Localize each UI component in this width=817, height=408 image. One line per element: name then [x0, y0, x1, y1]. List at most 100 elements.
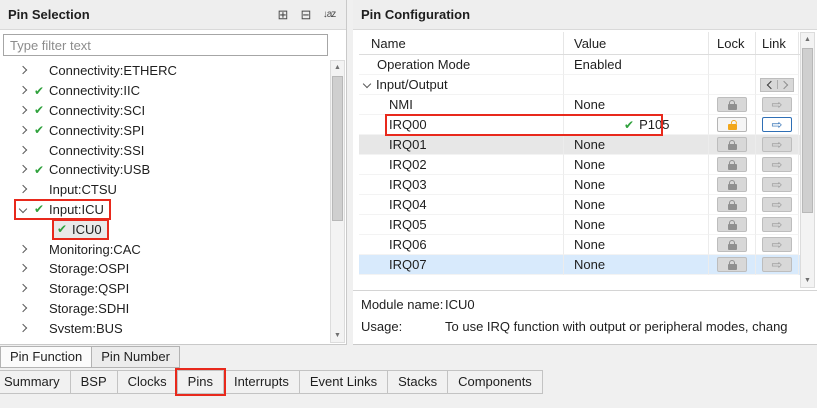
pin-selection-toolbar: ⊞ ⊟ ↓az — [274, 6, 338, 24]
config-value-cell[interactable]: None — [564, 195, 709, 215]
config-row-irq06[interactable]: IRQ06None⇨ — [359, 235, 802, 255]
scroll-down-icon[interactable]: ▼ — [331, 329, 344, 342]
config-row-operation-mode[interactable]: Operation Mode Enabled — [359, 55, 802, 75]
chevron-right-icon[interactable] — [19, 165, 28, 174]
tree-item-storage-qspi[interactable]: Storage:QSPI — [2, 279, 328, 299]
tree-item-connectivity-iic[interactable]: ✔Connectivity:IIC — [2, 81, 328, 101]
config-name: IRQ03 — [389, 177, 427, 192]
tree-item-icu0[interactable]: ✔ICU0 — [2, 219, 328, 239]
collapse-all-icon[interactable]: ⊟ — [297, 6, 315, 24]
config-row-irq00[interactable]: IRQ00✔P105⇨ — [359, 115, 802, 135]
tree-item-connectivity-ssi[interactable]: Connectivity:SSI — [2, 140, 328, 160]
config-row-irq04[interactable]: IRQ04 None ⇨ — [359, 195, 802, 215]
chevron-right-icon[interactable] — [19, 146, 28, 155]
chevron-right-icon[interactable] — [19, 66, 28, 75]
config-row-input-output[interactable]: Input/Output — [359, 75, 802, 95]
tab-components[interactable]: Components — [447, 370, 543, 394]
config-row-irq02[interactable]: IRQ02None⇨ — [359, 155, 802, 175]
tree-item-label: Monitoring:CAC — [49, 242, 141, 257]
tree-item-label: ICU0 — [72, 222, 102, 237]
config-name: IRQ02 — [389, 157, 427, 172]
lock-icon — [728, 144, 737, 150]
tab-summary[interactable]: Summary — [0, 370, 71, 394]
config-row-irq01[interactable]: IRQ01None⇨ — [359, 135, 802, 155]
scroll-up-icon[interactable]: ▲ — [801, 33, 814, 46]
tree-item-storage-sdhi[interactable]: Storage:SDHI — [2, 299, 328, 319]
tab-pin-number[interactable]: Pin Number — [91, 346, 180, 368]
chevron-right-icon[interactable] — [19, 304, 28, 313]
lock-button[interactable] — [717, 117, 747, 132]
pin-selection-header: Pin Selection ⊞⊟↓az — [0, 0, 346, 30]
lock-icon — [728, 244, 737, 250]
tab-event-links[interactable]: Event Links — [299, 370, 388, 394]
tree-item-connectivity-spi[interactable]: ✔Connectivity:SPI — [2, 120, 328, 140]
tab-clocks[interactable]: Clocks — [117, 370, 178, 394]
config-value-cell[interactable] — [564, 75, 709, 95]
tree-item-inner: Storage:SDHI — [16, 300, 134, 317]
config-value: None — [574, 177, 605, 192]
config-value-cell[interactable]: None — [564, 175, 709, 195]
config-row-irq07[interactable]: IRQ07None⇨ — [359, 255, 802, 275]
table-scrollbar[interactable]: ▲ ▼ — [800, 32, 815, 288]
tree-item-monitoring-cac[interactable]: Monitoring:CAC — [2, 239, 328, 259]
tab-pin-function[interactable]: Pin Function — [0, 346, 92, 368]
config-value-cell[interactable]: None — [564, 95, 709, 115]
config-row-nmi[interactable]: NMINone⇨ — [359, 95, 802, 115]
check-icon: ✔ — [624, 119, 634, 131]
config-lock-cell — [709, 115, 756, 135]
prev-next-nav[interactable] — [760, 78, 794, 92]
tab-interrupts[interactable]: Interrupts — [223, 370, 300, 394]
config-row-irq03[interactable]: IRQ03None⇨ — [359, 175, 802, 195]
chevron-down-icon[interactable] — [363, 80, 372, 89]
chevron-right-icon[interactable] — [19, 264, 28, 273]
tree-item-input-icu[interactable]: ✔Input:ICU — [2, 200, 328, 220]
scrollbar-thumb[interactable] — [802, 48, 813, 213]
link-button: ⇨ — [762, 197, 792, 212]
config-value-cell[interactable]: None — [564, 215, 709, 235]
config-value-cell[interactable]: None — [564, 135, 709, 155]
config-name: IRQ04 — [389, 197, 427, 212]
sort-alphabetical-icon[interactable]: ↓az — [320, 6, 338, 24]
config-lock-cell — [709, 195, 756, 215]
scrollbar-thumb[interactable] — [332, 76, 343, 221]
pin-config-rows: Operation Mode EnabledInput/OutputNMINone… — [359, 55, 802, 275]
tree-item-connectivity-etherc[interactable]: Connectivity:ETHERC — [2, 61, 328, 81]
config-value-cell[interactable]: Enabled — [564, 55, 709, 75]
config-lock-cell — [709, 95, 756, 115]
config-row-irq05[interactable]: IRQ05None⇨ — [359, 215, 802, 235]
config-value-cell[interactable]: None — [564, 235, 709, 255]
lock-icon — [728, 124, 737, 130]
expand-all-icon[interactable]: ⊞ — [274, 6, 292, 24]
chevron-right-icon[interactable] — [19, 126, 28, 135]
tree-item-inner: ✔Connectivity:IIC — [16, 82, 145, 99]
tree-item-input-ctsu[interactable]: Input:CTSU — [2, 180, 328, 200]
link-arrow-icon: ⇨ — [772, 258, 783, 271]
chevron-right-icon[interactable] — [19, 106, 28, 115]
tab-stacks[interactable]: Stacks — [387, 370, 448, 394]
config-value-cell[interactable]: ✔P105 — [564, 115, 709, 135]
tree-item-label: Connectivity:IIC — [49, 83, 140, 98]
pin-configurator-window: Pin Selection ⊞⊟↓az Connectivity:ETHERC✔… — [0, 0, 817, 408]
tree-item-connectivity-usb[interactable]: ✔Connectivity:USB — [2, 160, 328, 180]
chevron-right-icon[interactable] — [19, 324, 28, 333]
config-value-cell[interactable]: None — [564, 155, 709, 175]
chevron-right-icon[interactable] — [19, 284, 28, 293]
chevron-right-icon[interactable] — [19, 86, 28, 95]
tab-bsp[interactable]: BSP — [70, 370, 118, 394]
config-link-cell: ⇨ — [756, 215, 799, 235]
filter-input[interactable] — [3, 34, 328, 56]
scroll-up-icon[interactable]: ▲ — [331, 61, 344, 74]
chevron-right-icon[interactable] — [19, 185, 28, 194]
tree-item-storage-ospi[interactable]: Storage:OSPI — [2, 259, 328, 279]
link-button[interactable]: ⇨ — [762, 117, 792, 132]
config-value-cell[interactable]: None — [564, 255, 709, 275]
chevron-right-icon[interactable] — [19, 245, 28, 254]
config-name: Operation Mode — [377, 57, 470, 72]
chevron-down-icon[interactable] — [19, 205, 28, 214]
tab-pins[interactable]: Pins — [177, 370, 224, 394]
scroll-down-icon[interactable]: ▼ — [801, 274, 814, 287]
tree-scrollbar[interactable]: ▲ ▼ — [330, 60, 345, 343]
tree-item-system-bus[interactable]: System:BUS — [2, 318, 328, 333]
tree-item-connectivity-sci[interactable]: ✔Connectivity:SCI — [2, 101, 328, 121]
chevron-right-icon — [779, 80, 787, 88]
